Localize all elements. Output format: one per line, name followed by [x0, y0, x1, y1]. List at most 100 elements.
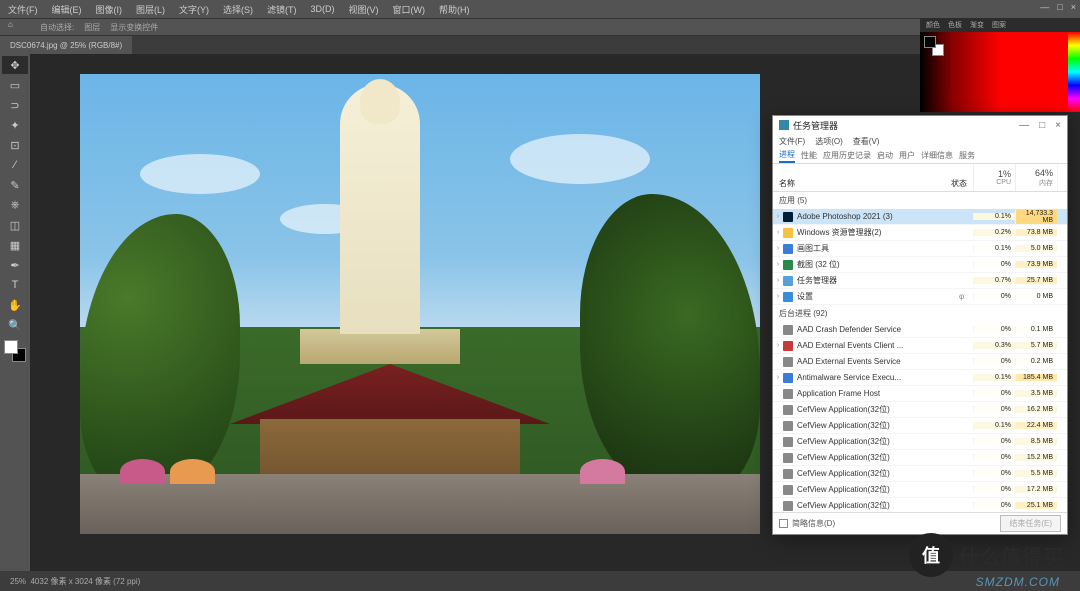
- tm-app-icon: [779, 120, 789, 130]
- tm-process-row[interactable]: CefView Application(32位)0%25.1 MB: [773, 498, 1067, 512]
- expand-icon[interactable]: ›: [773, 374, 783, 381]
- tm-close-button[interactable]: ×: [1055, 120, 1061, 131]
- expand-icon[interactable]: ›: [773, 245, 783, 252]
- brush-tool-icon[interactable]: ✎: [2, 176, 28, 194]
- tm-process-row[interactable]: Application Frame Host0%3.5 MB: [773, 386, 1067, 402]
- tm-menu-file[interactable]: 文件(F): [779, 136, 805, 147]
- tm-tab-startup[interactable]: 启动: [877, 150, 893, 161]
- tab-swatches[interactable]: 色板: [948, 20, 962, 30]
- menu-select[interactable]: 选择(S): [223, 3, 253, 16]
- tm-process-row[interactable]: ›画图工具0.1%5.0 MB: [773, 241, 1067, 257]
- watermark-text: 什么值得买: [959, 541, 1064, 570]
- tm-col-cpu[interactable]: 1% CPU: [973, 164, 1015, 191]
- tm-process-row[interactable]: ›任务管理器0.7%25.7 MB: [773, 273, 1067, 289]
- expand-icon[interactable]: ›: [773, 293, 783, 300]
- tm-maximize-button[interactable]: □: [1039, 120, 1045, 131]
- opt-transform[interactable]: 显示变换控件: [110, 22, 158, 33]
- expand-icon[interactable]: ›: [773, 213, 783, 220]
- tm-fewer-details-link[interactable]: 简略信息(D): [792, 518, 835, 529]
- panel-fg-bg-swatch[interactable]: [924, 36, 944, 56]
- tm-process-row[interactable]: CefView Application(32位)0%17.2 MB: [773, 482, 1067, 498]
- menu-filter[interactable]: 滤镜(T): [267, 3, 297, 16]
- tm-process-row[interactable]: ›AAD External Events Client ...0.3%5.7 M…: [773, 338, 1067, 354]
- tm-col-memory[interactable]: 64% 内存: [1015, 164, 1057, 191]
- move-tool-icon[interactable]: ✥: [2, 56, 28, 74]
- tab-color[interactable]: 颜色: [926, 20, 940, 30]
- menu-file[interactable]: 文件(F): [8, 3, 38, 16]
- tm-tab-users[interactable]: 用户: [899, 150, 915, 161]
- marquee-tool-icon[interactable]: ▭: [2, 76, 28, 94]
- tm-process-row[interactable]: CefView Application(32位)0%16.2 MB: [773, 402, 1067, 418]
- tm-process-row[interactable]: ›Antimalware Service Execu...0.1%185.4 M…: [773, 370, 1067, 386]
- menu-3d[interactable]: 3D(D): [311, 4, 335, 14]
- hand-tool-icon[interactable]: ✋: [2, 296, 28, 314]
- tm-tab-services[interactable]: 服务: [959, 150, 975, 161]
- panel-fg-swatch[interactable]: [924, 36, 936, 48]
- tm-process-row[interactable]: ›设置φ0%0 MB: [773, 289, 1067, 305]
- tm-col-name[interactable]: 名称 状态: [773, 164, 973, 191]
- menu-image[interactable]: 图像(I): [96, 3, 123, 16]
- tm-process-row[interactable]: AAD External Events Service0%0.2 MB: [773, 354, 1067, 370]
- tm-process-row[interactable]: ›截图 (32 位)0%73.9 MB: [773, 257, 1067, 273]
- minimize-button[interactable]: —: [1040, 2, 1049, 12]
- menu-type[interactable]: 文字(Y): [179, 3, 209, 16]
- document-canvas[interactable]: [80, 74, 760, 534]
- expand-icon[interactable]: ›: [773, 261, 783, 268]
- tm-process-list[interactable]: 应用 (5) ›Adobe Photoshop 2021 (3)0.1%14,7…: [773, 192, 1067, 512]
- tm-menu-options[interactable]: 选项(O): [815, 136, 843, 147]
- task-manager-window[interactable]: 任务管理器 — □ × 文件(F) 选项(O) 查看(V) 进程 性能 应用历史…: [772, 115, 1068, 535]
- tab-gradients[interactable]: 渐变: [970, 20, 984, 30]
- expand-icon[interactable]: ›: [773, 277, 783, 284]
- tm-process-row[interactable]: AAD Crash Defender Service0%0.1 MB: [773, 322, 1067, 338]
- tm-process-row[interactable]: ›Adobe Photoshop 2021 (3)0.1%14,733.3 MB: [773, 209, 1067, 225]
- menu-edit[interactable]: 编辑(E): [52, 3, 82, 16]
- menu-window[interactable]: 窗口(W): [393, 3, 426, 16]
- close-button[interactable]: ×: [1071, 2, 1076, 12]
- eraser-tool-icon[interactable]: ◫: [2, 216, 28, 234]
- type-tool-icon[interactable]: T: [2, 276, 28, 294]
- zoom-tool-icon[interactable]: 🔍: [2, 316, 28, 334]
- process-memory: 8.5 MB: [1015, 438, 1057, 445]
- expand-icon[interactable]: ›: [773, 229, 783, 236]
- process-memory: 17.2 MB: [1015, 486, 1057, 493]
- foreground-color-swatch[interactable]: [4, 340, 18, 354]
- image-content: [80, 214, 240, 494]
- tm-process-row[interactable]: CefView Application(32位)0.1%22.4 MB: [773, 418, 1067, 434]
- tm-tab-processes[interactable]: 进程: [779, 149, 795, 163]
- process-name: AAD Crash Defender Service: [797, 325, 973, 334]
- expand-icon[interactable]: ›: [773, 342, 783, 349]
- tm-tab-history[interactable]: 应用历史记录: [823, 150, 871, 161]
- eyedropper-tool-icon[interactable]: ⁄: [2, 156, 28, 174]
- tm-fewer-details-icon[interactable]: [779, 519, 788, 528]
- maximize-button[interactable]: □: [1057, 2, 1062, 12]
- tm-process-row[interactable]: CefView Application(32位)0%8.5 MB: [773, 434, 1067, 450]
- status-zoom[interactable]: 25%: [10, 577, 26, 586]
- process-icon: [783, 389, 793, 399]
- tm-tab-details[interactable]: 详细信息: [921, 150, 953, 161]
- tm-process-row[interactable]: CefView Application(32位)0%5.5 MB: [773, 466, 1067, 482]
- crop-tool-icon[interactable]: ⊡: [2, 136, 28, 154]
- opt-layer[interactable]: 图层: [84, 22, 100, 33]
- process-memory: 0.2 MB: [1015, 358, 1057, 365]
- wand-tool-icon[interactable]: ✦: [2, 116, 28, 134]
- menu-view[interactable]: 视图(V): [349, 3, 379, 16]
- pen-tool-icon[interactable]: ✒: [2, 256, 28, 274]
- hue-slider[interactable]: [1068, 32, 1080, 112]
- menu-layer[interactable]: 图层(L): [136, 3, 165, 16]
- home-icon[interactable]: ⌂: [8, 20, 22, 34]
- lasso-tool-icon[interactable]: ⊃: [2, 96, 28, 114]
- gradient-tool-icon[interactable]: ▦: [2, 236, 28, 254]
- tm-titlebar[interactable]: 任务管理器 — □ ×: [773, 116, 1067, 134]
- stamp-tool-icon[interactable]: ⎈: [2, 196, 28, 214]
- document-tab[interactable]: DSC0674.jpg @ 25% (RGB/8#): [0, 36, 132, 54]
- tm-end-task-button[interactable]: 结束任务(E): [1000, 515, 1061, 532]
- foreground-background-swatch[interactable]: [4, 340, 26, 362]
- tm-menu-view[interactable]: 查看(V): [853, 136, 880, 147]
- tm-minimize-button[interactable]: —: [1019, 120, 1029, 131]
- tm-process-row[interactable]: CefView Application(32位)0%15.2 MB: [773, 450, 1067, 466]
- tm-process-row[interactable]: ›Windows 资源管理器(2)0.2%73.8 MB: [773, 225, 1067, 241]
- tab-patterns[interactable]: 图案: [992, 20, 1006, 30]
- menu-help[interactable]: 帮助(H): [439, 3, 470, 16]
- tm-tab-performance[interactable]: 性能: [801, 150, 817, 161]
- color-picker-panel[interactable]: [920, 32, 1080, 112]
